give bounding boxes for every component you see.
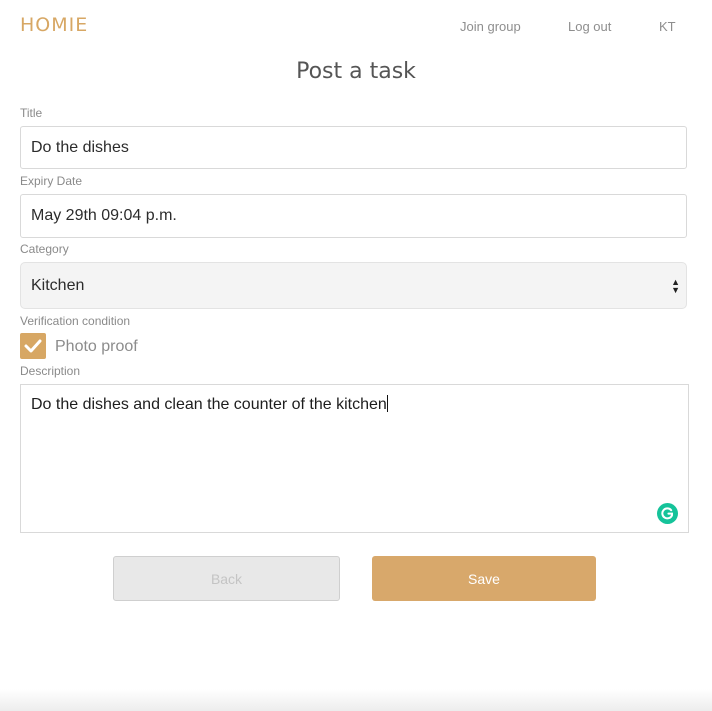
category-label: Category (20, 242, 69, 256)
expiry-date-label: Expiry Date (20, 174, 83, 188)
expiry-date-input[interactable]: May 29th 09:04 p.m. (20, 194, 687, 238)
bottom-shadow (0, 689, 712, 711)
category-selected-value: Kitchen (31, 276, 85, 294)
page-title: Post a task (296, 59, 416, 84)
grammarly-icon[interactable] (657, 503, 678, 524)
select-arrows-icon: ▲ ▼ (671, 277, 680, 295)
title-label: Title (20, 106, 43, 120)
back-button[interactable]: Back (113, 556, 340, 601)
photo-proof-checkbox[interactable] (20, 333, 46, 359)
log-out-link[interactable]: Log out (568, 19, 611, 34)
post-task-page: HOMIE Join group Log out KT Post a task … (0, 0, 712, 711)
text-caret (386, 395, 388, 412)
title-input[interactable]: Do the dishes (20, 126, 687, 169)
description-value: Do the dishes and clean the counter of t… (31, 396, 387, 413)
description-label: Description (20, 364, 81, 378)
join-group-link[interactable]: Join group (460, 19, 521, 34)
category-select[interactable]: Kitchen ▲ ▼ (20, 262, 687, 309)
description-textarea[interactable]: Do the dishes and clean the counter of t… (20, 384, 689, 533)
title-value: Do the dishes (31, 138, 129, 156)
expiry-date-value: May 29th 09:04 p.m. (31, 207, 177, 224)
verification-label: Verification condition (20, 314, 131, 328)
save-button[interactable]: Save (372, 556, 596, 601)
brand-logo[interactable]: HOMIE (20, 14, 88, 36)
grammarly-glyph (661, 507, 673, 520)
photo-proof-label[interactable]: Photo proof (55, 338, 138, 356)
user-initials-link[interactable]: KT (659, 19, 676, 34)
checkmark-icon (24, 339, 42, 353)
